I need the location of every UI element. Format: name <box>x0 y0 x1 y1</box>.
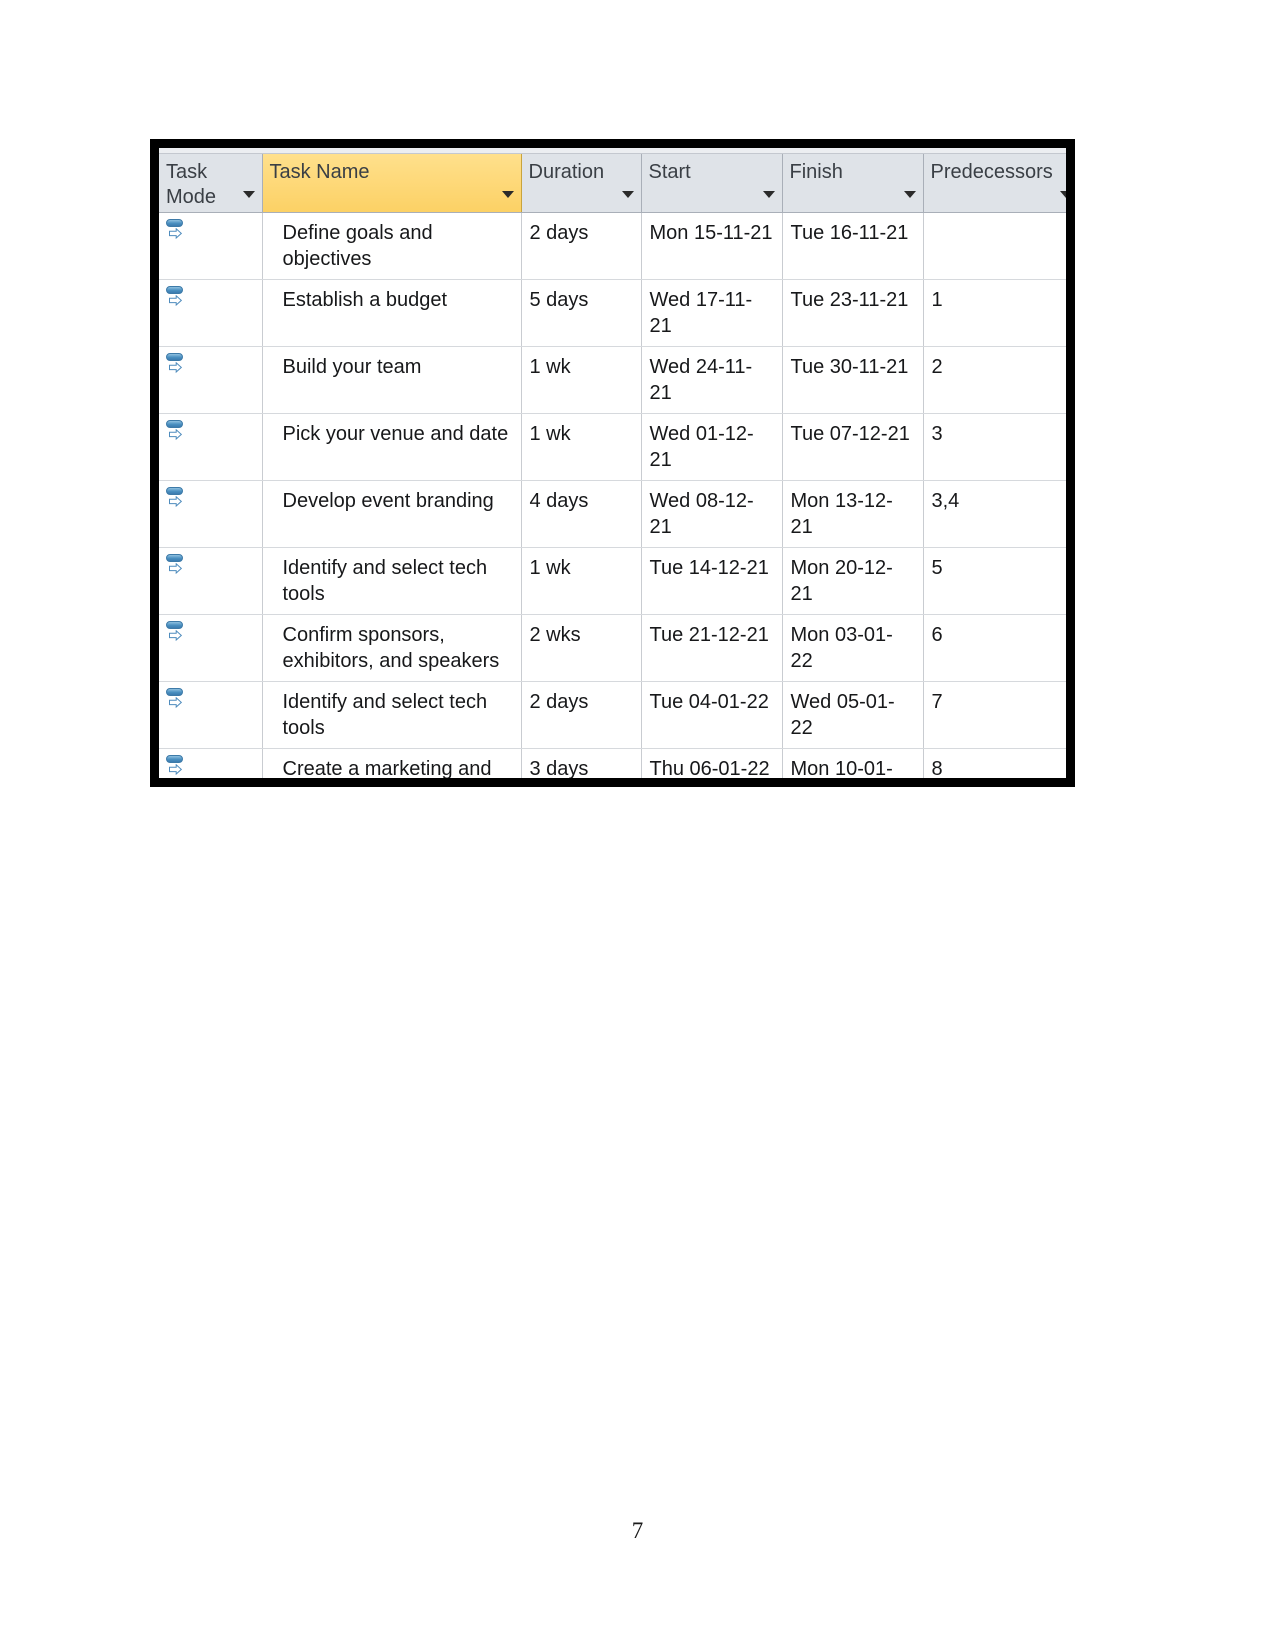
chevron-down-icon[interactable] <box>903 190 916 198</box>
cell-start[interactable]: Tue 21-12-21 <box>641 614 783 682</box>
table-row[interactable]: Develop event branding 4 days Wed 08-12-21… <box>159 480 1066 548</box>
table-header-row: Task Mode Task Name Duration Start Finis… <box>159 154 1066 213</box>
table-row[interactable]: Establish a budget 5 days Wed 17-11-21 Tue … <box>159 279 1066 347</box>
cell-task-name[interactable]: Build your team <box>262 346 522 414</box>
column-header-label: Task Name <box>269 161 370 183</box>
auto-scheduled-icon <box>166 285 188 307</box>
cell-task-name[interactable]: Create a marketing and promotional plan <box>262 748 522 778</box>
cell-predecessors[interactable]: 6 <box>923 614 1066 682</box>
cell-start[interactable]: Tue 14-12-21 <box>641 547 783 615</box>
auto-scheduled-icon <box>166 352 188 374</box>
chevron-down-icon[interactable] <box>501 190 514 198</box>
cell-finish[interactable]: Tue 07-12-21 <box>782 413 924 481</box>
table-row[interactable]: Identify and select tech tools 1 wk Tue 14… <box>159 547 1066 615</box>
table-row[interactable]: Pick your venue and date 1 wk Wed 01-12-21… <box>159 413 1066 481</box>
column-header-label: Duration <box>528 161 605 183</box>
table-row[interactable]: Build your team 1 wk Wed 24-11-21 Tue 30-11… <box>159 346 1066 414</box>
cell-duration[interactable]: 3 days <box>521 748 642 778</box>
cell-task-mode[interactable] <box>159 413 263 481</box>
cell-start[interactable]: Tue 04-01-22 <box>641 681 783 749</box>
cell-task-mode[interactable] <box>159 346 263 414</box>
cell-finish[interactable]: Mon 20-12-21 <box>782 547 924 615</box>
cell-task-mode[interactable] <box>159 748 263 778</box>
cell-start[interactable]: Wed 17-11-21 <box>641 279 783 347</box>
project-grid-screenshot: Task Mode Task Name Duration Start Finis… <box>150 139 1075 787</box>
cell-finish[interactable]: Tue 23-11-21 <box>782 279 924 347</box>
column-header-label: Task Mode <box>166 161 217 208</box>
auto-scheduled-icon <box>166 486 188 508</box>
cell-finish[interactable]: Mon 13-12-21 <box>782 480 924 548</box>
chevron-down-icon[interactable] <box>762 190 775 198</box>
chevron-down-icon[interactable] <box>242 190 255 198</box>
table-row[interactable]: Create a marketing and promotional plan3… <box>159 748 1066 778</box>
cell-duration[interactable]: 2 days <box>521 212 642 280</box>
cell-start[interactable]: Wed 01-12-21 <box>641 413 783 481</box>
auto-scheduled-icon <box>166 218 188 240</box>
cell-duration[interactable]: 1 wk <box>521 346 642 414</box>
auto-scheduled-icon <box>166 620 188 642</box>
cell-finish[interactable]: Tue 30-11-21 <box>782 346 924 414</box>
cell-task-name[interactable]: Confirm sponsors, exhibitors, and speake… <box>262 614 522 682</box>
cell-duration[interactable]: 1 wk <box>521 413 642 481</box>
cell-task-mode[interactable] <box>159 681 263 749</box>
cell-task-mode[interactable] <box>159 480 263 548</box>
cell-task-name[interactable]: Identify and select tech tools <box>262 547 522 615</box>
cell-finish[interactable]: Tue 16-11-21 <box>782 212 924 280</box>
auto-scheduled-icon <box>166 687 188 709</box>
cell-predecessors[interactable]: 2 <box>923 346 1066 414</box>
grid-viewport[interactable]: Task Mode Task Name Duration Start Finis… <box>159 148 1066 778</box>
task-table-body: Define goals and objectives 2 days Mon 15-… <box>159 212 1066 778</box>
table-row[interactable]: Identify and select tech tools 2 days Tue … <box>159 681 1066 749</box>
cell-predecessors[interactable]: 3,4 <box>923 480 1066 548</box>
cell-start[interactable]: Wed 08-12-21 <box>641 480 783 548</box>
cell-task-name[interactable]: Define goals and objectives <box>262 212 522 280</box>
cell-duration[interactable]: 5 days <box>521 279 642 347</box>
cell-predecessors[interactable] <box>923 212 1066 280</box>
cell-duration[interactable]: 4 days <box>521 480 642 548</box>
cell-predecessors[interactable]: 1 <box>923 279 1066 347</box>
task-table: Task Mode Task Name Duration Start Finis… <box>159 154 1066 778</box>
column-header-predecessors[interactable]: Predecessors <box>923 154 1066 213</box>
chevron-down-icon[interactable] <box>621 190 634 198</box>
cell-task-name[interactable]: Develop event branding <box>262 480 522 548</box>
cell-predecessors[interactable]: 8 <box>923 748 1066 778</box>
cell-duration[interactable]: 2 wks <box>521 614 642 682</box>
cell-task-mode[interactable] <box>159 614 263 682</box>
page-number: 7 <box>631 1518 644 1543</box>
cell-start[interactable]: Wed 24-11-21 <box>641 346 783 414</box>
column-header-label: Predecessors <box>930 161 1053 183</box>
chevron-down-icon[interactable] <box>1059 190 1066 198</box>
column-header-label: Finish <box>789 161 843 183</box>
column-header-task-mode[interactable]: Task Mode <box>159 154 263 213</box>
table-row[interactable]: Define goals and objectives 2 days Mon 15-… <box>159 212 1066 280</box>
cell-predecessors[interactable]: 3 <box>923 413 1066 481</box>
column-header-finish[interactable]: Finish <box>782 154 924 213</box>
table-row[interactable]: Confirm sponsors, exhibitors, and speake… <box>159 614 1066 682</box>
cell-task-name[interactable]: Identify and select tech tools <box>262 681 522 749</box>
auto-scheduled-icon <box>166 419 188 441</box>
cell-task-mode[interactable] <box>159 547 263 615</box>
auto-scheduled-icon <box>166 754 188 776</box>
cell-finish[interactable]: Mon 03-01-22 <box>782 614 924 682</box>
column-header-duration[interactable]: Duration <box>521 154 642 213</box>
cell-start[interactable]: Mon 15-11-21 <box>641 212 783 280</box>
auto-scheduled-icon <box>166 553 188 575</box>
cell-task-name[interactable]: Establish a budget <box>262 279 522 347</box>
cell-predecessors[interactable]: 7 <box>923 681 1066 749</box>
column-header-label: Start <box>648 161 691 183</box>
cell-task-mode[interactable] <box>159 212 263 280</box>
cell-predecessors[interactable]: 5 <box>923 547 1066 615</box>
cell-finish[interactable]: Mon 10-01-22 <box>782 748 924 778</box>
column-header-task-name[interactable]: Task Name <box>262 154 522 213</box>
column-header-start[interactable]: Start <box>641 154 783 213</box>
cell-task-name[interactable]: Pick your venue and date <box>262 413 522 481</box>
cell-task-mode[interactable] <box>159 279 263 347</box>
cell-finish[interactable]: Wed 05-01-22 <box>782 681 924 749</box>
cell-duration[interactable]: 1 wk <box>521 547 642 615</box>
cell-duration[interactable]: 2 days <box>521 681 642 749</box>
cell-start[interactable]: Thu 06-01-22 <box>641 748 783 778</box>
